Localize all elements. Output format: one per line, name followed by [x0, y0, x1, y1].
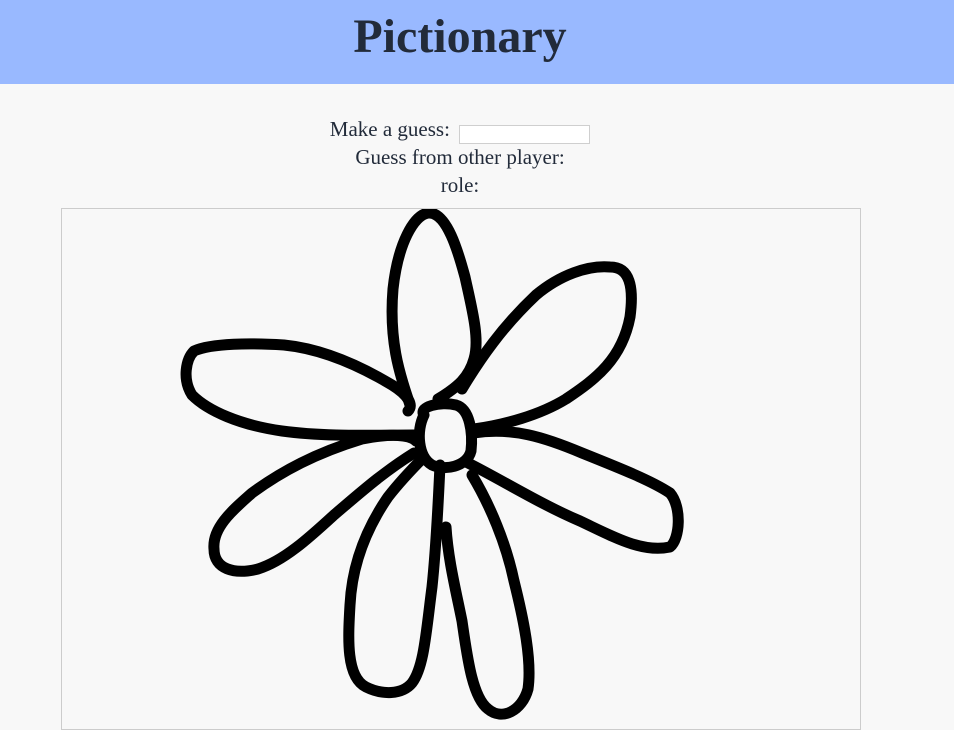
petal-lower-right [440, 469, 535, 720]
petal-left [180, 338, 420, 441]
guess-label: Make a guess: [329, 117, 450, 141]
header-bar: Pictionary [0, 0, 954, 84]
role-label: role: [440, 173, 480, 197]
page-title: Pictionary [353, 10, 567, 63]
role-display: role: [0, 172, 920, 198]
guess-input[interactable] [459, 124, 591, 144]
other-player-guess-label: Guess from other player: [355, 145, 565, 169]
other-player-guess: Guess from other player: [0, 144, 920, 170]
petal-upper-right [456, 261, 637, 435]
drawing-canvas[interactable] [61, 208, 861, 730]
drawing-surface[interactable] [62, 209, 860, 729]
guess-row: Make a guess: [0, 116, 920, 144]
flower-drawing [180, 209, 684, 720]
